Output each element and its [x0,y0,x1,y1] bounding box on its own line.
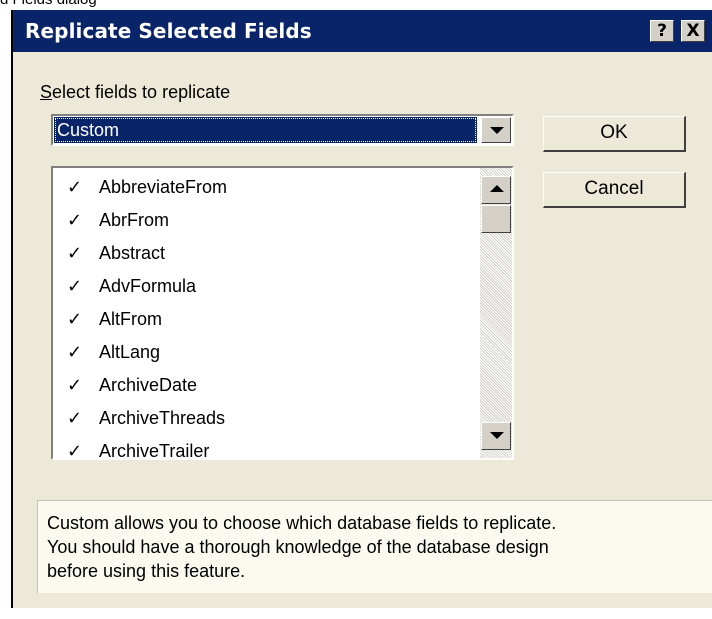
description-line: You should have a thorough knowledge of … [47,537,549,557]
list-scrollbar[interactable] [480,168,512,458]
replicate-fields-dialog: Replicate Selected Fields ? X Select fie… [11,10,712,608]
checkmark-icon: ✓ [67,408,83,429]
scroll-thumb[interactable] [481,205,511,233]
description-line: Custom allows you to choose which databa… [47,513,557,533]
checkmark-icon: ✓ [67,177,83,198]
scroll-up-button[interactable] [481,176,511,204]
field-list-item[interactable]: ✓ AdvFormula [53,270,473,303]
checkmark-icon: ✓ [67,375,83,396]
title-bar[interactable]: Replicate Selected Fields ? X [13,10,712,52]
select-fields-label-accesskey: S [40,82,53,102]
field-list-item[interactable]: ✓ ArchiveDate [53,369,473,402]
field-name: AdvFormula [99,276,197,296]
select-fields-label: Select fields to replicate [40,82,230,103]
field-list-item[interactable]: ✓ AbrFrom [53,204,473,237]
ok-button[interactable]: OK [543,116,686,152]
field-list-item[interactable]: ✓ AltFrom [53,303,473,336]
field-list-item[interactable]: ✓ AbbreviateFrom [53,171,473,204]
checkmark-icon: ✓ [67,210,83,231]
arrow-down-icon [490,432,504,439]
checkmark-icon: ✓ [67,276,83,297]
description-panel: Custom allows you to choose which databa… [37,500,712,593]
field-name: ArchiveDate [99,375,198,395]
field-name: AltLang [99,342,161,362]
field-list-item[interactable]: ✓ Abstract [53,237,473,270]
close-button[interactable]: X [681,20,705,42]
checkmark-icon: ✓ [67,441,83,460]
dialog-title: Replicate Selected Fields [25,19,312,43]
checkmark-icon: ✓ [67,243,83,264]
select-fields-label-text: elect fields to replicate [52,82,231,102]
field-list-item[interactable]: ✓ AltLang [53,336,473,369]
field-name: Abstract [99,243,166,263]
arrow-up-icon [490,185,504,192]
help-button[interactable]: ? [650,20,674,42]
field-name: ArchiveTrailer [99,441,210,460]
fields-list[interactable]: ✓ AbbreviateFrom ✓ AbrFrom ✓ Abstract ✓ AdvForm… [51,166,514,460]
help-icon: ? [657,21,667,41]
field-name: AbbreviateFrom [99,177,228,197]
field-list-item[interactable]: ✓ ArchiveThreads [53,402,473,435]
close-icon: X [686,21,700,41]
field-name: ArchiveThreads [99,408,226,428]
chevron-down-icon [490,127,504,134]
replicate-mode-value: Custom [54,117,477,143]
field-list-item[interactable]: ✓ ArchiveTrailer [53,435,473,460]
checkmark-icon: ✓ [67,342,83,363]
scroll-down-button[interactable] [481,422,511,450]
field-name: AltFrom [99,309,162,329]
page-caption: d Fields dialog [0,0,97,9]
description-line: before using this feature. [47,561,246,581]
cancel-button[interactable]: Cancel [543,172,686,208]
checkmark-icon: ✓ [67,309,83,330]
dropdown-button[interactable] [481,117,511,143]
replicate-mode-dropdown[interactable]: Custom [51,114,514,146]
field-name: AbrFrom [99,210,170,230]
